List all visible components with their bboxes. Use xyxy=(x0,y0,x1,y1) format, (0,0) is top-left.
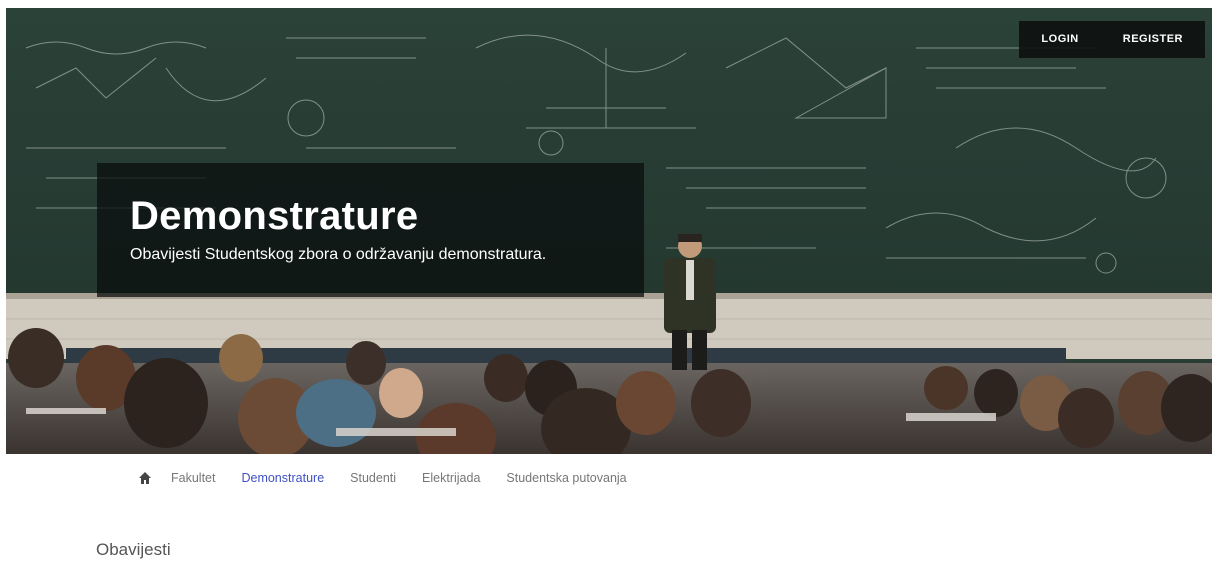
hero-banner: LOGIN REGISTER Demonstrature Obavijesti … xyxy=(6,8,1212,454)
nav-item-studentska-putovanja[interactable]: Studentska putovanja xyxy=(506,471,626,485)
hero-title-box: Demonstrature Obavijesti Studentskog zbo… xyxy=(97,163,644,297)
nav-item-studenti[interactable]: Studenti xyxy=(350,471,396,485)
login-button[interactable]: LOGIN xyxy=(1019,21,1100,58)
page-title: Demonstrature xyxy=(130,194,419,238)
home-icon[interactable] xyxy=(138,471,152,485)
nav-item-fakultet[interactable]: Fakultet xyxy=(171,471,215,485)
nav-item-demonstrature[interactable]: Demonstrature xyxy=(241,471,324,485)
register-button[interactable]: REGISTER xyxy=(1101,21,1205,58)
section-title-obavijesti: Obavijesti xyxy=(96,540,171,559)
nav-item-elektrijada[interactable]: Elektrijada xyxy=(422,471,480,485)
page-subtitle: Obavijesti Studentskog zbora o održavanj… xyxy=(130,246,547,263)
auth-bar: LOGIN REGISTER xyxy=(1019,21,1205,58)
category-nav: Fakultet Demonstrature Studenti Elektrij… xyxy=(138,468,653,488)
